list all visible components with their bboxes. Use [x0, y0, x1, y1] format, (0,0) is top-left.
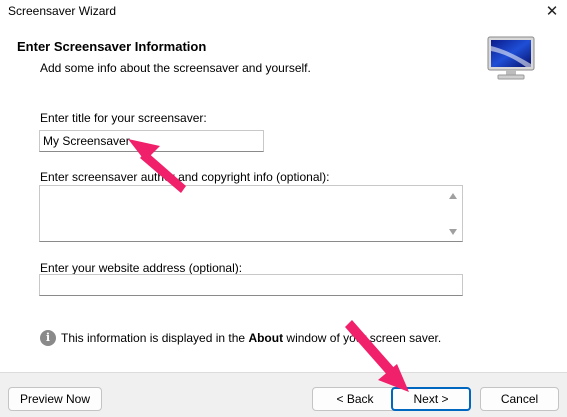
info-text: This information is displayed in the Abo…: [61, 331, 441, 345]
next-button[interactable]: Next >: [391, 387, 471, 411]
button-footer: Preview Now < Back Next > Cancel: [0, 372, 567, 417]
title-bar: Screensaver Wizard ✕: [0, 0, 567, 22]
window-title: Screensaver Wizard: [8, 4, 117, 18]
info-text-start: This information is displayed in the: [61, 331, 249, 345]
author-field-label: Enter screensaver author and copyright i…: [40, 170, 330, 184]
website-input[interactable]: [39, 274, 463, 296]
title-field-label: Enter title for your screensaver:: [40, 111, 207, 125]
monitor-icon: [486, 36, 536, 82]
info-text-end: window of your screen saver.: [283, 331, 442, 345]
info-text-bold: About: [248, 331, 284, 345]
scroll-up-arrow-icon[interactable]: [449, 193, 457, 199]
page-title: Enter Screensaver Information: [17, 39, 207, 54]
preview-now-button[interactable]: Preview Now: [8, 387, 102, 411]
page-subtitle: Add some info about the screensaver and …: [40, 61, 311, 75]
cancel-button[interactable]: Cancel: [480, 387, 559, 411]
author-textarea-container: [39, 185, 463, 242]
close-button[interactable]: ✕: [541, 2, 563, 22]
scroll-down-arrow-icon[interactable]: [449, 229, 457, 235]
info-icon: i: [40, 330, 56, 346]
back-button[interactable]: < Back: [312, 387, 398, 411]
screensaver-wizard-window: Screensaver Wizard ✕ Enter Screensaver I…: [0, 0, 567, 417]
textarea-scrollbar[interactable]: [445, 186, 462, 241]
author-copyright-textarea[interactable]: [40, 186, 444, 241]
website-field-label: Enter your website address (optional):: [40, 261, 243, 275]
title-input[interactable]: [39, 130, 264, 152]
